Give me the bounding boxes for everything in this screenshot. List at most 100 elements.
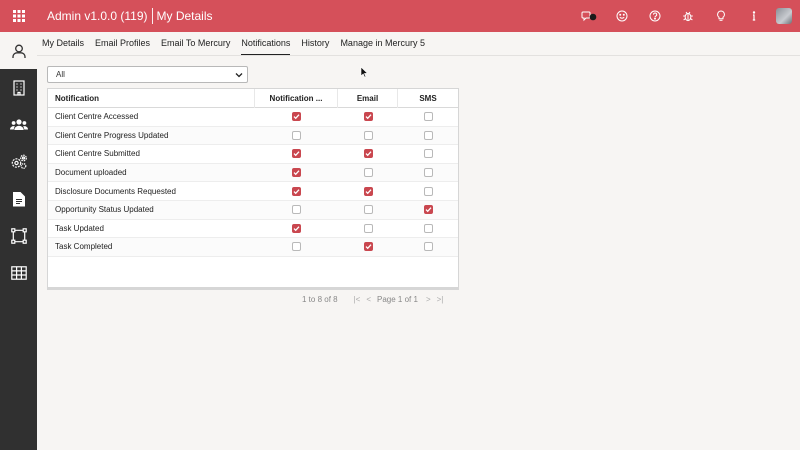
section-title: My Details xyxy=(156,9,213,23)
table-row: Document uploaded xyxy=(48,163,458,183)
sms-checkbox[interactable] xyxy=(423,112,433,122)
tab-history[interactable]: History xyxy=(301,38,329,55)
email-cell xyxy=(338,145,398,163)
notification-enabled-cell xyxy=(255,127,338,145)
column-header-notification-enabled[interactable]: Notification ... xyxy=(255,88,338,108)
header-actions xyxy=(572,0,800,32)
sms-cell xyxy=(398,238,458,256)
sms-cell xyxy=(398,127,458,145)
sms-checkbox[interactable] xyxy=(423,186,433,196)
sms-cell xyxy=(398,145,458,163)
info-button[interactable] xyxy=(737,0,770,32)
sms-cell xyxy=(398,201,458,219)
sms-checkbox[interactable] xyxy=(423,168,433,178)
column-header-email[interactable]: Email xyxy=(338,88,398,108)
notification-name: Disclosure Documents Requested xyxy=(55,186,176,196)
table-row: Client Centre Progress Updated xyxy=(48,126,458,146)
table-row: Task Updated xyxy=(48,220,458,239)
apps-grid-button[interactable] xyxy=(0,0,37,32)
settings-gears-icon xyxy=(11,154,27,169)
sms-checkbox[interactable] xyxy=(423,242,433,252)
network-icon xyxy=(10,227,27,244)
apps-grid-icon xyxy=(12,10,25,22)
notification-enabled-checkbox[interactable] xyxy=(292,242,301,252)
ideas-button[interactable] xyxy=(704,0,737,32)
row-count: 1 to 8 of 8 xyxy=(302,294,338,304)
email-cell xyxy=(338,127,398,145)
email-cell xyxy=(338,164,398,182)
email-cell xyxy=(338,201,398,219)
column-header-sms[interactable]: SMS xyxy=(398,89,458,108)
grid-header: Notification Notification ... Email SMS xyxy=(48,88,458,108)
filter-selected-value: All xyxy=(56,70,65,79)
notification-enabled-cell xyxy=(255,145,338,163)
email-checkbox[interactable] xyxy=(363,242,373,252)
sidebar-item-documents[interactable] xyxy=(0,180,37,217)
email-checkbox[interactable] xyxy=(363,186,373,196)
email-checkbox[interactable] xyxy=(363,130,373,140)
notification-filter-select[interactable]: All xyxy=(47,66,248,83)
pagination: 1 to 8 of 8 |< < Page 1 of 1 > >| xyxy=(302,293,449,305)
notification-enabled-checkbox[interactable] xyxy=(292,149,301,159)
sidebar-item-team[interactable] xyxy=(0,106,37,143)
sms-checkbox[interactable] xyxy=(423,130,433,140)
tab-notifications[interactable]: Notifications xyxy=(241,38,291,55)
bug-report-button[interactable] xyxy=(671,0,704,32)
notification-name: Client Centre Submitted xyxy=(55,149,140,159)
help-button[interactable] xyxy=(638,0,671,32)
app-title: Admin v1.0.0 (119) xyxy=(47,9,148,23)
sidebar-item-settings[interactable] xyxy=(0,143,37,180)
next-page-icon[interactable]: > xyxy=(426,295,431,304)
email-cell xyxy=(338,108,398,126)
toggle-button[interactable] xyxy=(572,0,605,32)
sidebar xyxy=(0,32,37,450)
email-checkbox[interactable] xyxy=(363,205,373,215)
email-checkbox[interactable] xyxy=(363,149,373,159)
building-icon xyxy=(12,79,25,96)
user-avatar[interactable] xyxy=(776,8,792,24)
email-checkbox[interactable] xyxy=(363,223,373,233)
table-row: Task Completed xyxy=(48,238,458,257)
feedback-button[interactable] xyxy=(605,0,638,32)
bug-icon xyxy=(682,11,693,22)
notification-name: Task Completed xyxy=(55,242,113,252)
notification-enabled-cell xyxy=(255,201,338,219)
notifications-grid: Notification Notification ... Email SMS … xyxy=(47,88,459,290)
sidebar-item-table[interactable] xyxy=(0,254,37,291)
notification-enabled-checkbox[interactable] xyxy=(292,112,301,122)
last-page-icon[interactable]: >| xyxy=(437,295,444,304)
tab-manage-in-mercury-5[interactable]: Manage in Mercury 5 xyxy=(340,38,425,55)
table-row: Client Centre Accessed xyxy=(48,108,458,127)
column-header-notification[interactable]: Notification xyxy=(48,88,255,108)
table-row: Opportunity Status Updated xyxy=(48,200,458,220)
email-checkbox[interactable] xyxy=(363,112,373,122)
notification-enabled-checkbox[interactable] xyxy=(292,186,301,196)
tab-my-details[interactable]: My Details xyxy=(42,38,84,55)
notification-enabled-checkbox[interactable] xyxy=(292,168,301,178)
group-icon xyxy=(9,118,28,130)
first-page-icon[interactable]: |< xyxy=(354,295,361,304)
grid-scrollbar-track[interactable] xyxy=(47,287,459,289)
tab-email-profiles[interactable]: Email Profiles xyxy=(95,38,150,55)
sidebar-item-building[interactable] xyxy=(0,69,37,106)
user-icon xyxy=(11,44,26,58)
notification-enabled-checkbox[interactable] xyxy=(292,130,301,140)
notification-enabled-checkbox[interactable] xyxy=(292,223,301,233)
chevron-down-icon xyxy=(235,73,243,78)
sms-cell xyxy=(398,108,458,126)
sms-checkbox[interactable] xyxy=(423,223,433,233)
top-bar: Admin v1.0.0 (119) My Details xyxy=(0,0,800,32)
notification-enabled-cell xyxy=(255,238,338,256)
notification-enabled-checkbox[interactable] xyxy=(292,205,301,215)
notification-enabled-cell xyxy=(255,108,338,126)
sidebar-item-network[interactable] xyxy=(0,217,37,254)
sms-cell xyxy=(398,164,458,182)
sidebar-item-user[interactable] xyxy=(0,32,37,69)
help-icon xyxy=(649,10,660,22)
previous-page-icon[interactable]: < xyxy=(366,295,371,304)
page-indicator: Page 1 of 1 xyxy=(377,294,418,304)
tab-email-to-mercury[interactable]: Email To Mercury xyxy=(161,38,230,55)
sms-checkbox[interactable] xyxy=(423,149,433,159)
email-checkbox[interactable] xyxy=(363,168,373,178)
sms-checkbox[interactable] xyxy=(423,205,433,215)
